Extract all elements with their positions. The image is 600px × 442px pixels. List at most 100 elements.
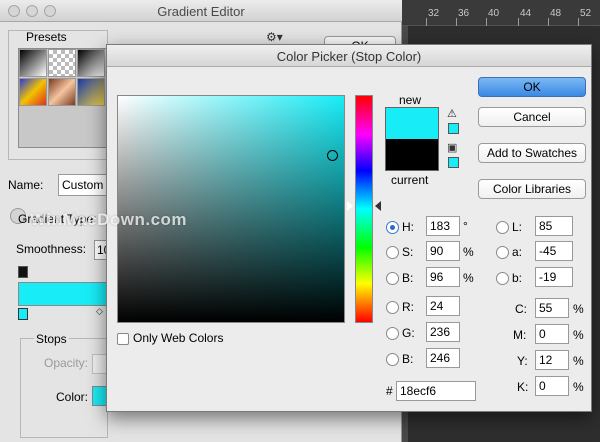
cyan-label: C: xyxy=(515,302,527,316)
a-label: a: xyxy=(512,245,523,259)
radio-red[interactable] xyxy=(386,301,399,314)
radio-hue[interactable] xyxy=(386,221,399,234)
ruler-label: 48 xyxy=(550,8,562,19)
presets-grid xyxy=(18,48,108,148)
radio-blue[interactable] xyxy=(386,353,399,366)
ruler-label: 32 xyxy=(428,8,440,19)
opacity-label: Opacity: xyxy=(44,356,89,370)
saturation-label: S: xyxy=(402,245,414,259)
hex-label: # xyxy=(386,384,393,398)
name-label: Name: xyxy=(8,178,44,192)
radio-brightness[interactable] xyxy=(386,272,399,285)
hue-input[interactable]: 183 xyxy=(426,216,460,236)
name-input[interactable]: Custom xyxy=(58,174,110,196)
radio-green[interactable] xyxy=(386,327,399,340)
out-of-gamut-warning-icon: ⚠ xyxy=(447,108,457,120)
ruler-label: 44 xyxy=(520,8,532,19)
current-color-label: current xyxy=(391,173,429,187)
a-input[interactable]: -45 xyxy=(535,241,573,261)
b-input[interactable]: -19 xyxy=(535,267,573,287)
watermark: WinMacDown.com xyxy=(30,210,188,229)
black-label: K: xyxy=(517,380,529,394)
presets-label: Presets xyxy=(26,30,67,44)
red-label: R: xyxy=(402,300,414,314)
yellow-label: Y: xyxy=(517,354,528,368)
b-label: b: xyxy=(512,271,523,285)
color-picker-titlebar: Color Picker (Stop Color) xyxy=(107,45,591,67)
radio-lightness[interactable] xyxy=(496,221,509,234)
hue-slider-left-arrow[interactable] xyxy=(347,201,353,211)
gradient-editor-title: Gradient Editor xyxy=(157,4,245,19)
radio-b[interactable] xyxy=(496,272,509,285)
gradient-editor-titlebar: Gradient Editor xyxy=(0,0,402,22)
only-web-colors-label: Only Web Colors xyxy=(133,331,224,345)
preset-swatch[interactable] xyxy=(48,49,76,77)
gamut-correction-swatch[interactable] xyxy=(448,123,459,134)
ruler-tick xyxy=(486,18,487,26)
horizontal-ruler: 32 36 40 44 48 52 xyxy=(398,0,600,26)
midpoint-diamond-icon[interactable]: ◇ xyxy=(96,306,103,317)
stops-label: Stops xyxy=(34,332,69,346)
lightness-label: L: xyxy=(512,220,523,234)
color-libraries-button[interactable]: Color Libraries xyxy=(478,179,586,199)
gear-icon[interactable]: ⚙▾ xyxy=(266,30,283,44)
hue-slider[interactable] xyxy=(355,95,373,323)
ok-button[interactable]: OK xyxy=(478,77,586,97)
preset-swatch[interactable] xyxy=(19,49,47,77)
blue-label: B: xyxy=(402,352,414,366)
lightness-input[interactable]: 85 xyxy=(535,216,573,236)
gradient-bar[interactable] xyxy=(18,282,108,306)
saturation-input[interactable]: 90 xyxy=(426,241,460,261)
saturation-unit: % xyxy=(463,245,474,259)
hue-unit: ° xyxy=(463,219,468,233)
ruler-tick xyxy=(578,18,579,26)
brightness-input[interactable]: 96 xyxy=(426,267,460,287)
green-input[interactable]: 236 xyxy=(426,322,460,342)
magenta-label: M: xyxy=(513,328,527,342)
ruler-label: 52 xyxy=(580,8,592,19)
brightness-label: B: xyxy=(402,271,414,285)
color-field[interactable] xyxy=(117,95,345,323)
ruler-label: 36 xyxy=(458,8,470,19)
hex-input[interactable]: 18ecf6 xyxy=(396,381,476,401)
blue-input[interactable]: 246 xyxy=(426,348,460,368)
new-color-label: new xyxy=(399,93,422,107)
red-input[interactable]: 24 xyxy=(426,296,460,316)
yellow-unit: % xyxy=(573,354,584,368)
cyan-unit: % xyxy=(573,302,584,316)
magenta-input[interactable]: 0 xyxy=(535,324,569,344)
current-color-swatch[interactable] xyxy=(385,139,439,171)
ruler-tick xyxy=(456,18,457,26)
green-label: G: xyxy=(402,326,415,340)
color-stop-handle[interactable] xyxy=(18,308,28,320)
opacity-stop-handle[interactable] xyxy=(18,266,28,278)
preset-swatch[interactable] xyxy=(77,78,105,106)
ruler-tick xyxy=(548,18,549,26)
preset-swatch[interactable] xyxy=(19,78,47,106)
web-safe-cube-icon: ▣ xyxy=(447,142,458,154)
add-to-swatches-button[interactable]: Add to Swatches xyxy=(478,143,586,163)
web-safe-swatch[interactable] xyxy=(448,157,459,168)
only-web-colors-checkbox[interactable] xyxy=(117,333,129,345)
cancel-button[interactable]: Cancel xyxy=(478,107,586,127)
preset-swatch[interactable] xyxy=(77,49,105,77)
preset-swatch[interactable] xyxy=(48,78,76,106)
ruler-label: 40 xyxy=(488,8,500,19)
radio-saturation[interactable] xyxy=(386,246,399,259)
radio-a[interactable] xyxy=(496,246,509,259)
ruler-tick xyxy=(426,18,427,26)
color-picker-title: Color Picker (Stop Color) xyxy=(276,49,422,64)
color-label: Color: xyxy=(56,390,89,404)
color-field-cursor[interactable] xyxy=(327,150,338,161)
new-color-swatch xyxy=(385,107,439,139)
hue-slider-right-arrow[interactable] xyxy=(375,201,381,211)
smoothness-label: Smoothness: xyxy=(16,242,87,256)
hue-label: H: xyxy=(402,220,414,234)
yellow-input[interactable]: 12 xyxy=(535,350,569,370)
brightness-unit: % xyxy=(463,271,474,285)
black-unit: % xyxy=(573,380,584,394)
magenta-unit: % xyxy=(573,328,584,342)
ruler-tick xyxy=(518,18,519,26)
cyan-input[interactable]: 55 xyxy=(535,298,569,318)
black-input[interactable]: 0 xyxy=(535,376,569,396)
